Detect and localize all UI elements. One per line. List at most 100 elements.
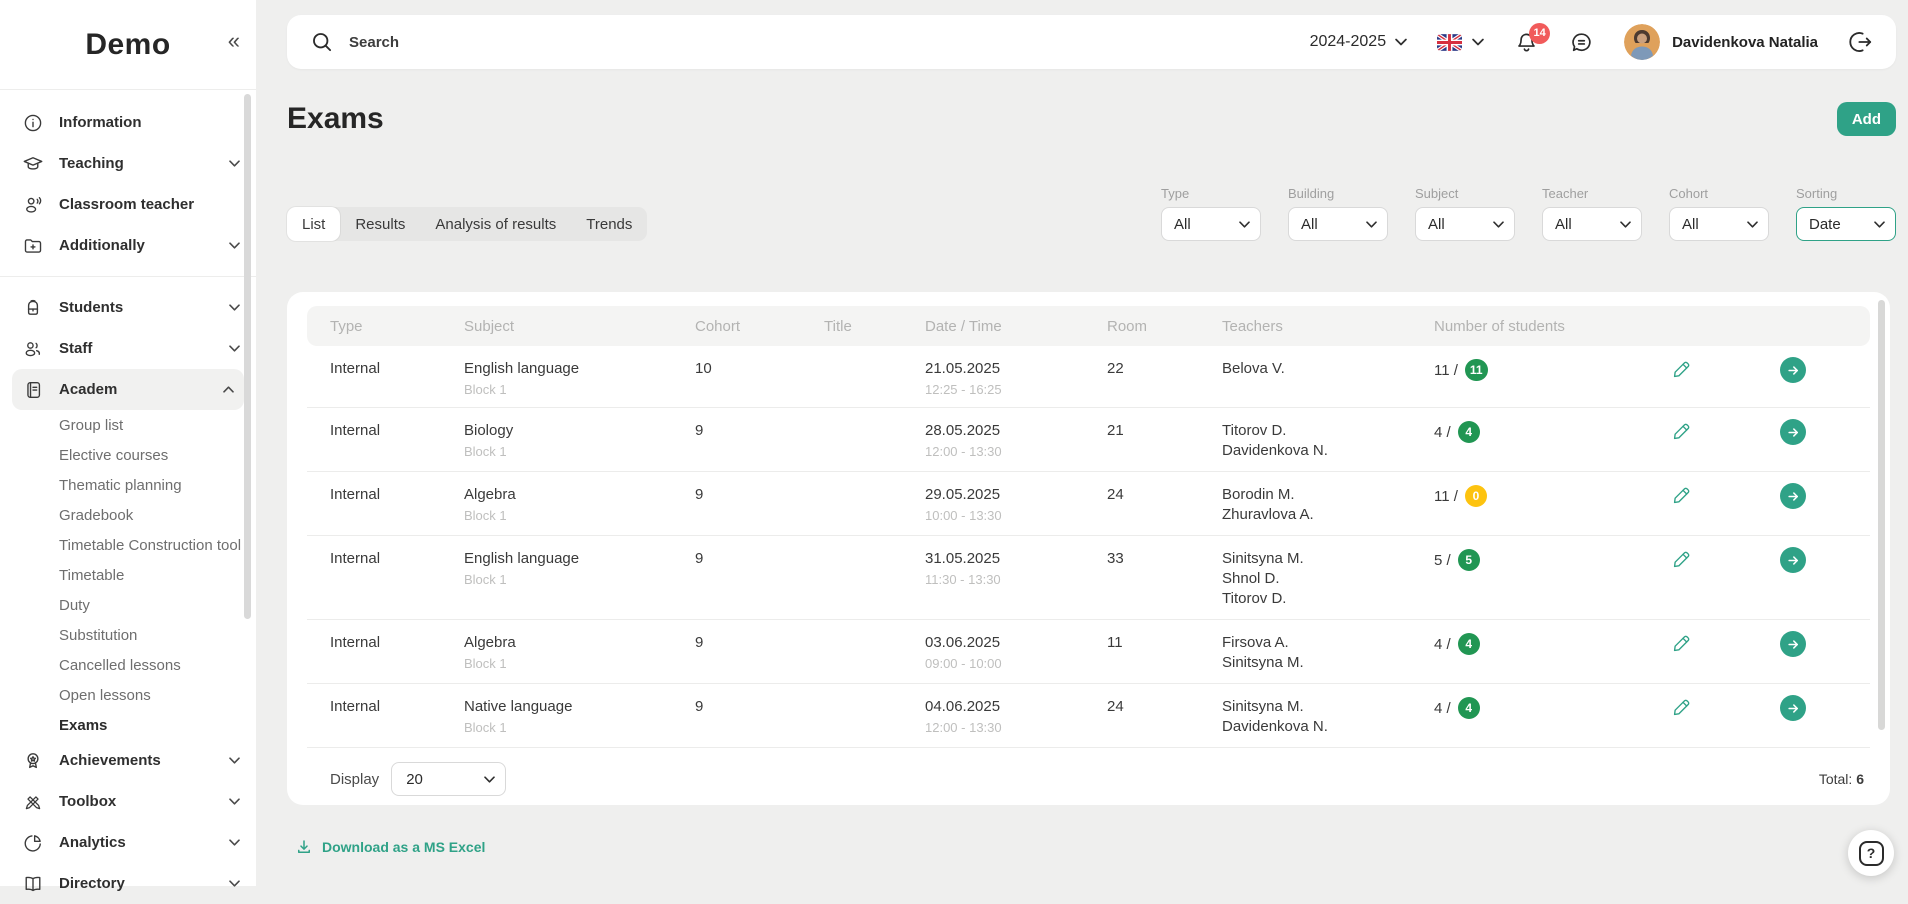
open-exam-button[interactable] bbox=[1780, 631, 1806, 657]
edit-exam-button[interactable] bbox=[1670, 697, 1692, 719]
arrow-right-icon bbox=[1786, 363, 1801, 378]
sidebar-subitem-thematic-planning[interactable]: Thematic planning bbox=[0, 470, 256, 500]
sidebar-item-teaching[interactable]: Teaching bbox=[0, 143, 256, 184]
sidebar: Demo « Information Teaching Classroom te… bbox=[0, 0, 256, 886]
chevron-down-icon bbox=[229, 242, 240, 249]
open-exam-button[interactable] bbox=[1780, 547, 1806, 573]
display-label: Display bbox=[330, 771, 379, 788]
column-header-subject: Subject bbox=[464, 318, 695, 335]
exam-time: 12:00 - 13:30 bbox=[925, 444, 1107, 459]
exam-subject: English language bbox=[464, 359, 695, 378]
edit-exam-button[interactable] bbox=[1670, 549, 1692, 571]
sidebar-subitem-timetable-construction-tool[interactable]: Timetable Construction tool bbox=[0, 530, 256, 560]
tab-list[interactable]: List bbox=[287, 207, 340, 241]
user-menu[interactable]: Davidenkova Natalia bbox=[1624, 24, 1818, 60]
exams-table-card: Type Subject Cohort Title Date / Time Ro… bbox=[287, 292, 1890, 805]
chevron-down-icon bbox=[1472, 38, 1484, 46]
table-header-row: Type Subject Cohort Title Date / Time Ro… bbox=[307, 306, 1870, 346]
sidebar-subitem-exams[interactable]: Exams bbox=[0, 710, 256, 740]
logout-button[interactable] bbox=[1848, 29, 1874, 55]
search-input[interactable] bbox=[349, 34, 769, 51]
edit-exam-button[interactable] bbox=[1670, 359, 1692, 381]
exam-date: 03.06.2025 bbox=[925, 633, 1107, 652]
exam-type: Internal bbox=[330, 421, 464, 440]
exam-subject: Algebra bbox=[464, 485, 695, 504]
table-scrollbar[interactable] bbox=[1878, 300, 1885, 730]
language-select[interactable] bbox=[1437, 34, 1484, 51]
tab-analysis-of-results[interactable]: Analysis of results bbox=[420, 207, 571, 241]
page-size-value: 20 bbox=[406, 771, 423, 788]
messages-button[interactable] bbox=[1569, 30, 1594, 55]
open-exam-button[interactable] bbox=[1780, 695, 1806, 721]
app-logo: Demo bbox=[85, 28, 170, 62]
sidebar-subitem-cancelled-lessons[interactable]: Cancelled lessons bbox=[0, 650, 256, 680]
open-exam-button[interactable] bbox=[1780, 419, 1806, 445]
filter-subject-select[interactable]: All bbox=[1415, 207, 1515, 241]
filter-label: Cohort bbox=[1669, 186, 1769, 201]
chevron-up-icon bbox=[223, 386, 234, 393]
sidebar-item-students[interactable]: Students bbox=[0, 287, 256, 328]
download-label: Download as a MS Excel bbox=[322, 839, 485, 855]
total-count: Total: 6 bbox=[1819, 771, 1864, 787]
sidebar-subitem-gradebook[interactable]: Gradebook bbox=[0, 500, 256, 530]
filter-sorting-select[interactable]: Date bbox=[1796, 207, 1896, 241]
sidebar-item-analytics[interactable]: Analytics bbox=[0, 822, 256, 863]
column-header-teachers: Teachers bbox=[1222, 318, 1434, 335]
filter-building-select[interactable]: All bbox=[1288, 207, 1388, 241]
sidebar-subitem-substitution[interactable]: Substitution bbox=[0, 620, 256, 650]
table-row: Internal AlgebraBlock 1 9 29.05.202510:0… bbox=[307, 472, 1870, 536]
exam-subject: Biology bbox=[464, 421, 695, 440]
chevron-down-icon bbox=[229, 160, 240, 167]
sidebar-item-label: Achievements bbox=[59, 752, 161, 769]
academ-submenu: Group list Elective courses Thematic pla… bbox=[0, 410, 256, 740]
edit-exam-button[interactable] bbox=[1670, 485, 1692, 507]
exam-teacher: Davidenkova N. bbox=[1222, 717, 1434, 736]
sidebar-subitem-elective-courses[interactable]: Elective courses bbox=[0, 440, 256, 470]
exam-room: 21 bbox=[1107, 421, 1222, 440]
edit-exam-button[interactable] bbox=[1670, 421, 1692, 443]
graduation-cap-icon bbox=[22, 153, 44, 175]
filter-type-select[interactable]: All bbox=[1161, 207, 1261, 241]
sidebar-item-classroom-teacher[interactable]: Classroom teacher bbox=[0, 184, 256, 225]
school-year-select[interactable]: 2024-2025 bbox=[1310, 33, 1408, 51]
exam-teacher: Sinitsyna M. bbox=[1222, 653, 1434, 672]
download-excel-link[interactable]: Download as a MS Excel bbox=[295, 838, 485, 856]
tab-results[interactable]: Results bbox=[340, 207, 420, 241]
sidebar-item-staff[interactable]: Staff bbox=[0, 328, 256, 369]
sidebar-subitem-duty[interactable]: Duty bbox=[0, 590, 256, 620]
open-exam-button[interactable] bbox=[1780, 483, 1806, 509]
sidebar-item-information[interactable]: Information bbox=[0, 102, 256, 143]
students-badge: 0 bbox=[1465, 485, 1487, 507]
page-size-select[interactable]: 20 bbox=[391, 762, 506, 796]
filter-teacher-select[interactable]: All bbox=[1542, 207, 1642, 241]
pencil-icon bbox=[1670, 359, 1692, 381]
pencil-icon bbox=[1670, 549, 1692, 571]
edit-exam-button[interactable] bbox=[1670, 633, 1692, 655]
arrow-right-icon bbox=[1786, 553, 1801, 568]
notifications-button[interactable]: 14 bbox=[1514, 30, 1539, 55]
column-header-number-of-students: Number of students bbox=[1434, 318, 1670, 335]
exam-block: Block 1 bbox=[464, 382, 695, 397]
sidebar-subitem-group-list[interactable]: Group list bbox=[0, 410, 256, 440]
exam-date: 31.05.2025 bbox=[925, 549, 1107, 568]
exam-block: Block 1 bbox=[464, 508, 695, 523]
sidebar-subitem-open-lessons[interactable]: Open lessons bbox=[0, 680, 256, 710]
search-icon bbox=[309, 29, 335, 55]
add-button[interactable]: Add bbox=[1837, 102, 1896, 136]
sidebar-item-directory[interactable]: Directory bbox=[0, 863, 256, 904]
open-exam-button[interactable] bbox=[1780, 357, 1806, 383]
help-button[interactable]: ? bbox=[1848, 830, 1894, 876]
students-count: 5 / bbox=[1434, 552, 1451, 569]
filters: Type All Building All Subject All Teache… bbox=[1161, 186, 1896, 241]
sidebar-item-toolbox[interactable]: Toolbox bbox=[0, 781, 256, 822]
sidebar-scrollbar[interactable] bbox=[244, 94, 251, 619]
sidebar-item-additionally[interactable]: Additionally bbox=[0, 225, 256, 266]
tab-trends[interactable]: Trends bbox=[571, 207, 647, 241]
sidebar-collapse-button[interactable]: « bbox=[228, 30, 240, 52]
download-icon bbox=[295, 838, 313, 856]
exam-room: 24 bbox=[1107, 697, 1222, 716]
sidebar-item-academ[interactable]: Academ bbox=[12, 369, 244, 410]
filter-cohort-select[interactable]: All bbox=[1669, 207, 1769, 241]
sidebar-subitem-timetable[interactable]: Timetable bbox=[0, 560, 256, 590]
sidebar-item-achievements[interactable]: Achievements bbox=[0, 740, 256, 781]
